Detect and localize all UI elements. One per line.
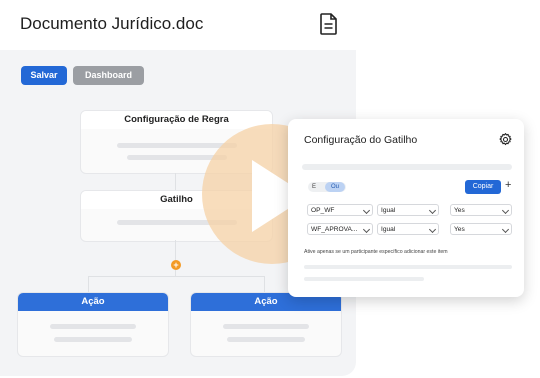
action-node-right[interactable]: Ação (190, 292, 342, 357)
chevron-down-icon (428, 225, 437, 234)
logic-toggle[interactable]: E Ou (308, 182, 346, 192)
skeleton-line (223, 324, 309, 329)
action-node-left[interactable]: Ação (17, 292, 169, 357)
condition-field-select[interactable]: OP_WF (307, 204, 373, 216)
document-title: Documento Jurídico.doc (20, 14, 204, 33)
panel-title: Configuração do Gatilho (304, 134, 418, 146)
condition-operator-select[interactable]: Igual (377, 223, 439, 235)
hint-text: Ative apenas se um participante específi… (304, 249, 448, 255)
skeleton-line (54, 337, 132, 342)
condition-field-value: WF_APROVA... (311, 226, 358, 233)
save-button[interactable]: Salvar (21, 66, 67, 85)
condition-field-value: OP_WF (311, 207, 335, 214)
condition-value-text: Yes (454, 207, 465, 214)
logic-or-option[interactable]: Ou (325, 182, 345, 192)
connector-line (264, 276, 265, 292)
logic-and-option[interactable]: E (312, 182, 316, 192)
condition-value-text: Yes (454, 226, 465, 233)
chevron-down-icon (362, 206, 371, 215)
condition-field-select[interactable]: WF_APROVA... (307, 223, 373, 235)
condition-value-select[interactable]: Yes (450, 223, 512, 235)
skeleton-line (304, 265, 512, 269)
action-left-title: Ação (18, 293, 168, 311)
panel-divider (302, 164, 512, 170)
connector-line (175, 240, 176, 260)
skeleton-line (304, 277, 424, 281)
condition-operator-select[interactable]: Igual (377, 204, 439, 216)
chevron-down-icon (428, 206, 437, 215)
dashboard-button[interactable]: Dashboard (73, 66, 144, 85)
condition-operator-value: Igual (381, 226, 396, 233)
gear-icon[interactable] (498, 132, 513, 147)
condition-operator-value: Igual (381, 207, 396, 214)
copy-button[interactable]: Copiar (465, 180, 501, 194)
condition-value-select[interactable]: Yes (450, 204, 512, 216)
chevron-down-icon (362, 225, 371, 234)
skeleton-line (50, 324, 136, 329)
chevron-down-icon (501, 225, 510, 234)
add-step-icon[interactable]: + (171, 260, 181, 270)
app-canvas: Documento Jurídico.doc Salvar Dashboard … (0, 0, 540, 378)
rule-node-title: Configuração de Regra (81, 111, 272, 129)
chevron-down-icon (501, 206, 510, 215)
trigger-config-panel: Configuração do Gatilho E Ou Copiar + OP… (288, 119, 524, 297)
connector-line (88, 276, 264, 277)
document-header: Documento Jurídico.doc (0, 0, 356, 50)
connector-line (175, 173, 176, 190)
skeleton-line (227, 337, 305, 342)
connector-line (88, 276, 89, 292)
add-condition-icon[interactable]: + (505, 179, 511, 191)
document-icon[interactable] (318, 12, 340, 36)
